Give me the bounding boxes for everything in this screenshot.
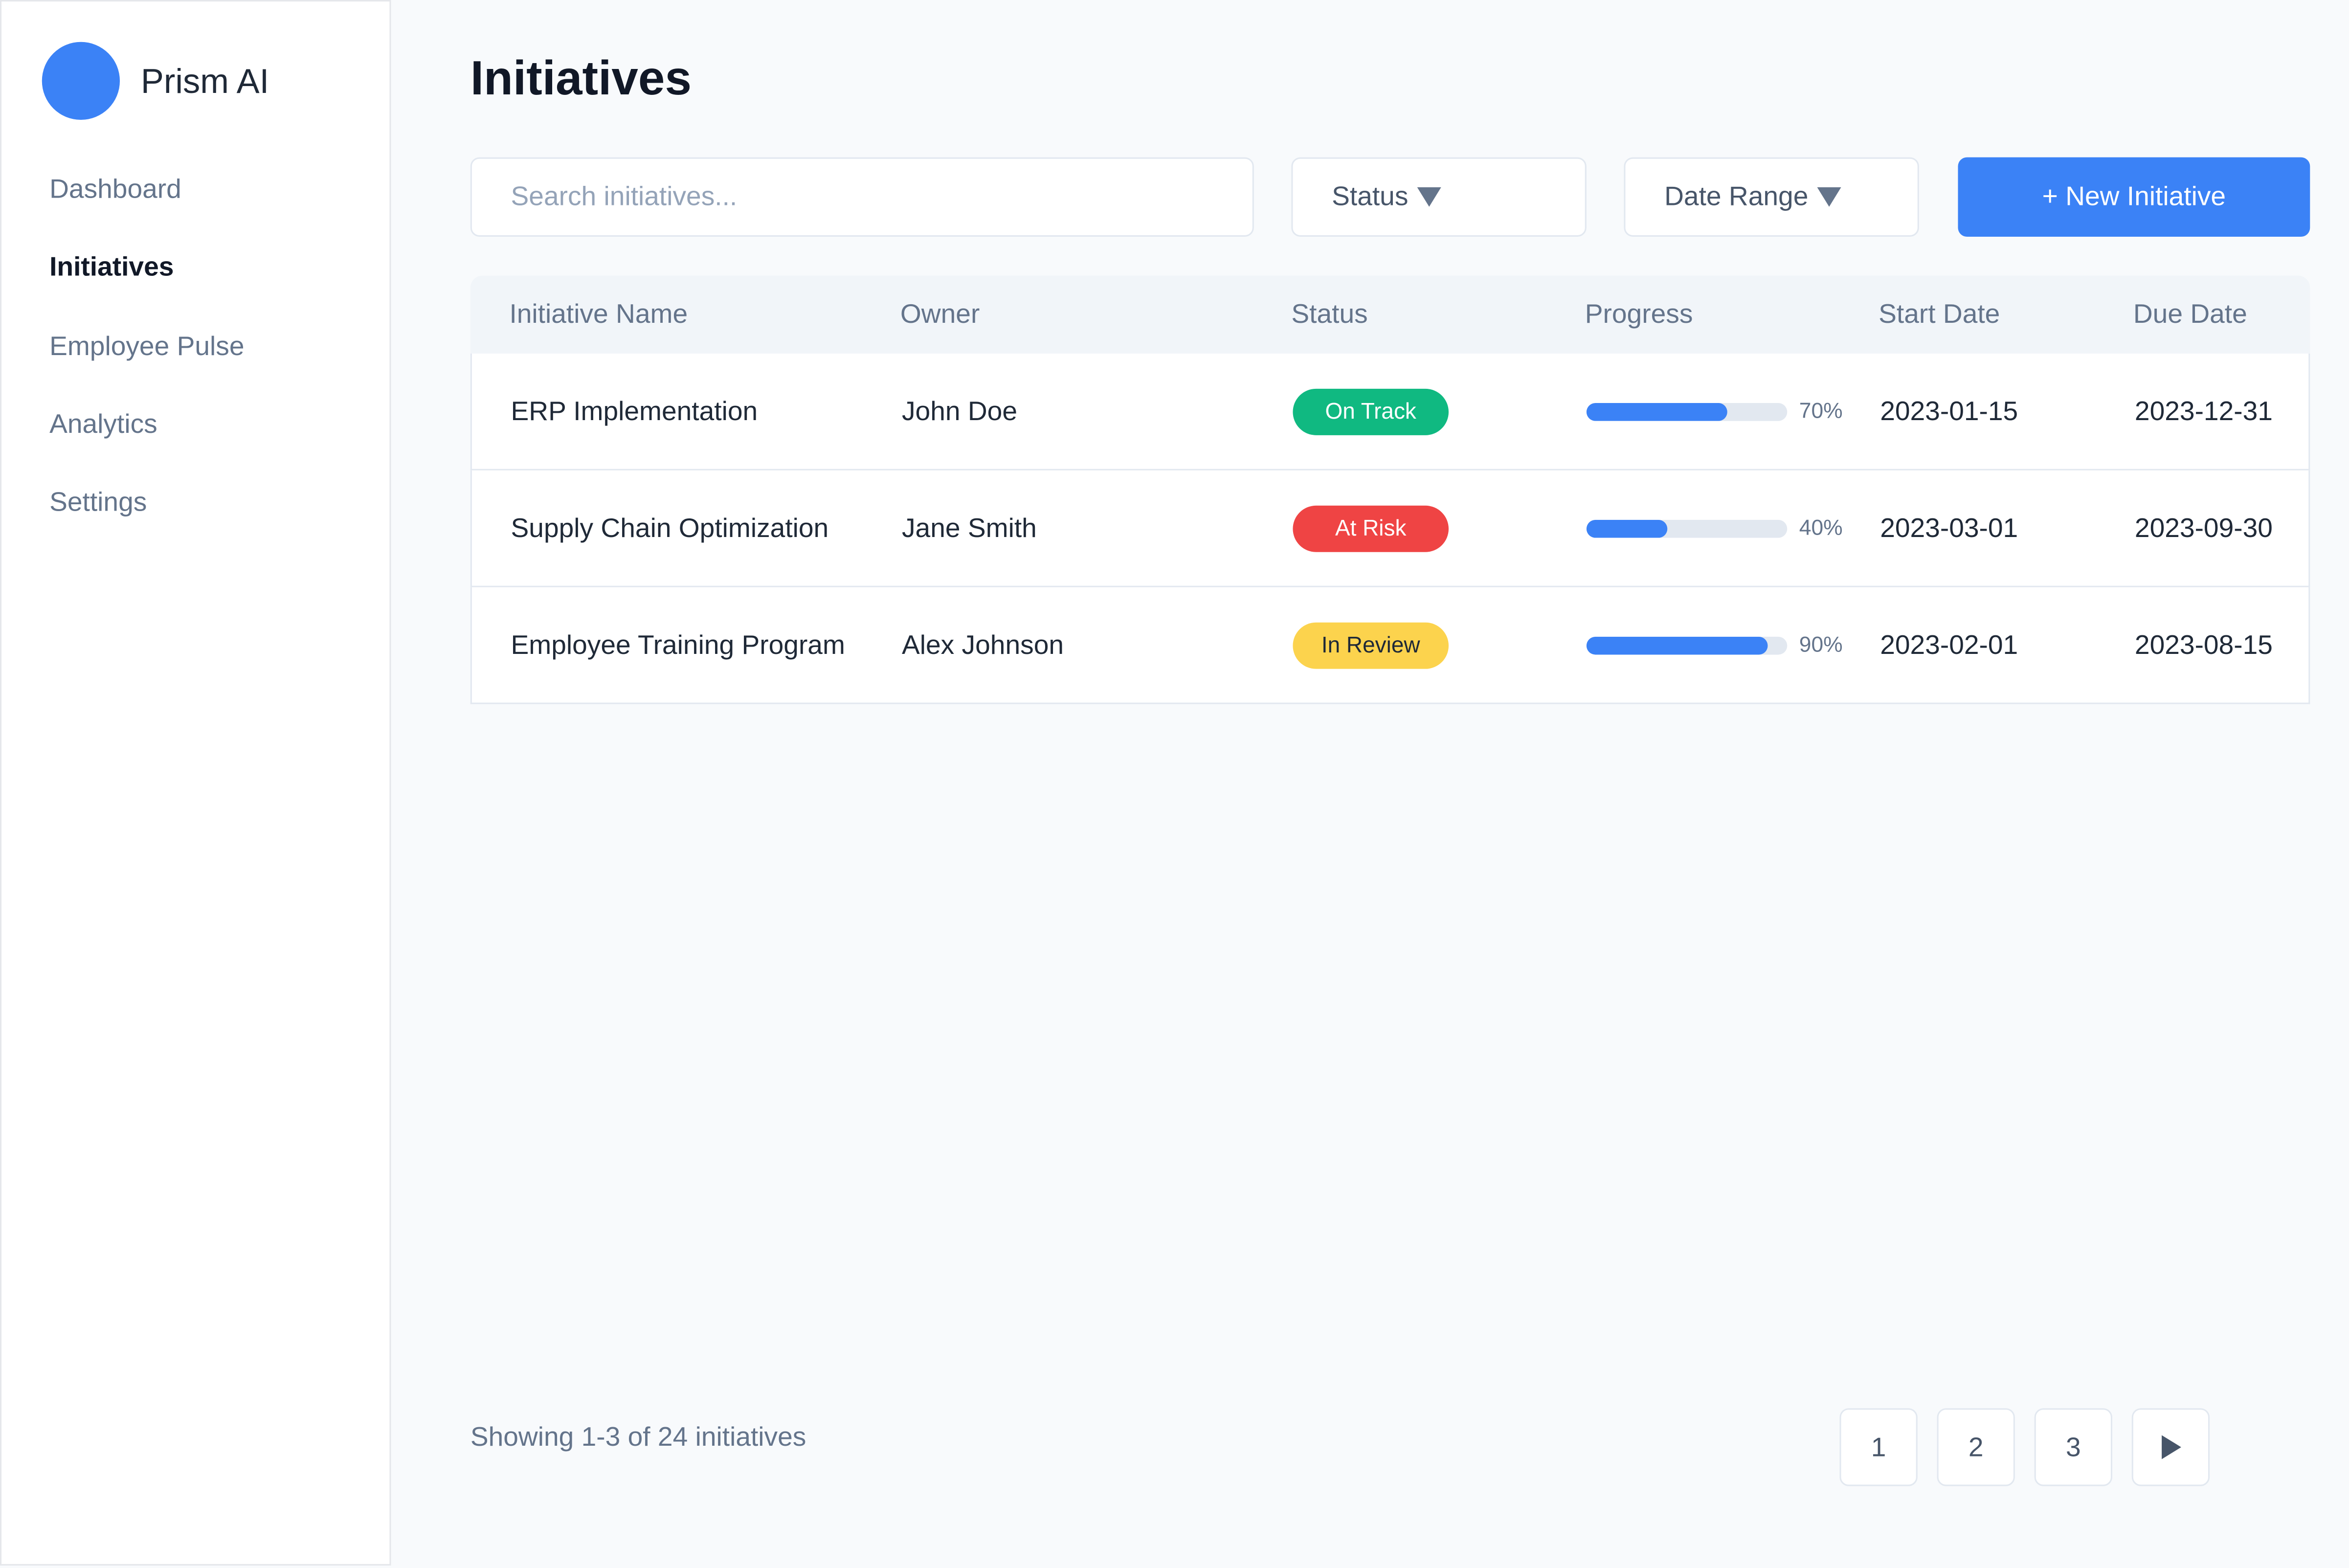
- page-button-1[interactable]: 1: [1839, 1408, 1918, 1486]
- progress-cell: 70%: [1586, 399, 1843, 424]
- column-header-progress[interactable]: Progress: [1585, 299, 1693, 330]
- play-right-icon: [2161, 1435, 2181, 1459]
- owner-name: John Doe: [901, 395, 1018, 426]
- owner-name: Alex Johnson: [901, 629, 1064, 659]
- status-cell: At Risk: [1293, 505, 1449, 552]
- status-badge: On Track: [1293, 388, 1449, 435]
- column-header-name[interactable]: Initiative Name: [509, 299, 688, 330]
- due-date: 2023-12-31: [2134, 395, 2273, 426]
- caret-down-icon: [1417, 187, 1441, 207]
- due-date: 2023-08-15: [2134, 629, 2273, 659]
- initiative-name[interactable]: Employee Training Program: [511, 629, 845, 661]
- sidebar-nav: Dashboard Initiatives Employee Pulse Ana…: [49, 163, 244, 555]
- new-initiative-button[interactable]: + New Initiative: [1958, 157, 2310, 237]
- progress-bar: [1586, 402, 1788, 421]
- column-header-due-date[interactable]: Due Date: [2133, 299, 2247, 330]
- start-date: 2023-01-15: [1880, 395, 2018, 426]
- column-header-status[interactable]: Status: [1291, 299, 1367, 330]
- progress-bar-fill: [1586, 519, 1667, 538]
- sidebar-item-settings[interactable]: Settings: [49, 477, 244, 555]
- sidebar-item-initiatives[interactable]: Initiatives: [49, 242, 244, 320]
- owner-name: Jane Smith: [901, 512, 1037, 542]
- results-summary: Showing 1-3 of 24 initiatives: [470, 1421, 806, 1452]
- progress-bar-fill: [1586, 402, 1727, 421]
- caret-down-icon: [1817, 187, 1841, 207]
- progress-percent: 90%: [1799, 633, 1843, 657]
- status-badge: In Review: [1293, 622, 1449, 669]
- column-header-owner[interactable]: Owner: [900, 299, 980, 330]
- next-page-button[interactable]: [2131, 1408, 2210, 1486]
- table-row[interactable]: Employee Training Program Alex Johnson I…: [470, 587, 2310, 704]
- column-header-start-date[interactable]: Start Date: [1879, 299, 2000, 330]
- sidebar-item-employee-pulse[interactable]: Employee Pulse: [49, 320, 244, 398]
- table-header: Initiative Name Owner Status Progress St…: [470, 275, 2310, 354]
- status-filter-label: Status: [1332, 181, 1409, 211]
- status-cell: On Track: [1293, 388, 1449, 435]
- brand-logo-icon: [42, 42, 120, 120]
- pagination: 1 2 3: [1839, 1408, 2229, 1486]
- table-row[interactable]: ERP Implementation John Doe On Track 70%…: [470, 353, 2310, 470]
- brand-name: Prism AI: [140, 61, 269, 100]
- page-title: Initiatives: [470, 51, 692, 105]
- progress-cell: 40%: [1586, 516, 1843, 540]
- progress-bar-fill: [1586, 636, 1767, 654]
- status-filter-dropdown[interactable]: Status: [1291, 157, 1587, 237]
- start-date: 2023-02-01: [1880, 629, 2018, 659]
- initiatives-table: Initiative Name Owner Status Progress St…: [470, 275, 2310, 704]
- progress-percent: 70%: [1799, 399, 1843, 424]
- progress-bar: [1586, 519, 1788, 538]
- start-date: 2023-03-01: [1880, 512, 2018, 542]
- sidebar-item-dashboard[interactable]: Dashboard: [49, 163, 244, 242]
- progress-percent: 40%: [1799, 516, 1843, 540]
- status-cell: In Review: [1293, 622, 1449, 669]
- table-row[interactable]: Supply Chain Optimization Jane Smith At …: [470, 470, 2310, 587]
- date-range-filter-label: Date Range: [1664, 181, 1809, 211]
- search-input[interactable]: [470, 157, 1254, 237]
- app-root: Prism AI Dashboard Initiatives Employee …: [0, 0, 2349, 1568]
- initiative-name[interactable]: Supply Chain Optimization: [511, 513, 829, 544]
- status-badge: At Risk: [1293, 505, 1449, 552]
- due-date: 2023-09-30: [2134, 512, 2273, 542]
- initiative-name[interactable]: ERP Implementation: [511, 396, 758, 427]
- brand[interactable]: Prism AI: [42, 42, 269, 120]
- progress-bar: [1586, 636, 1788, 654]
- page-button-3[interactable]: 3: [2034, 1408, 2112, 1486]
- page-button-2[interactable]: 2: [1937, 1408, 2015, 1486]
- sidebar-item-analytics[interactable]: Analytics: [49, 398, 244, 476]
- date-range-filter-dropdown[interactable]: Date Range: [1624, 157, 1919, 237]
- sidebar: Prism AI Dashboard Initiatives Employee …: [0, 0, 391, 1566]
- progress-cell: 90%: [1586, 633, 1843, 657]
